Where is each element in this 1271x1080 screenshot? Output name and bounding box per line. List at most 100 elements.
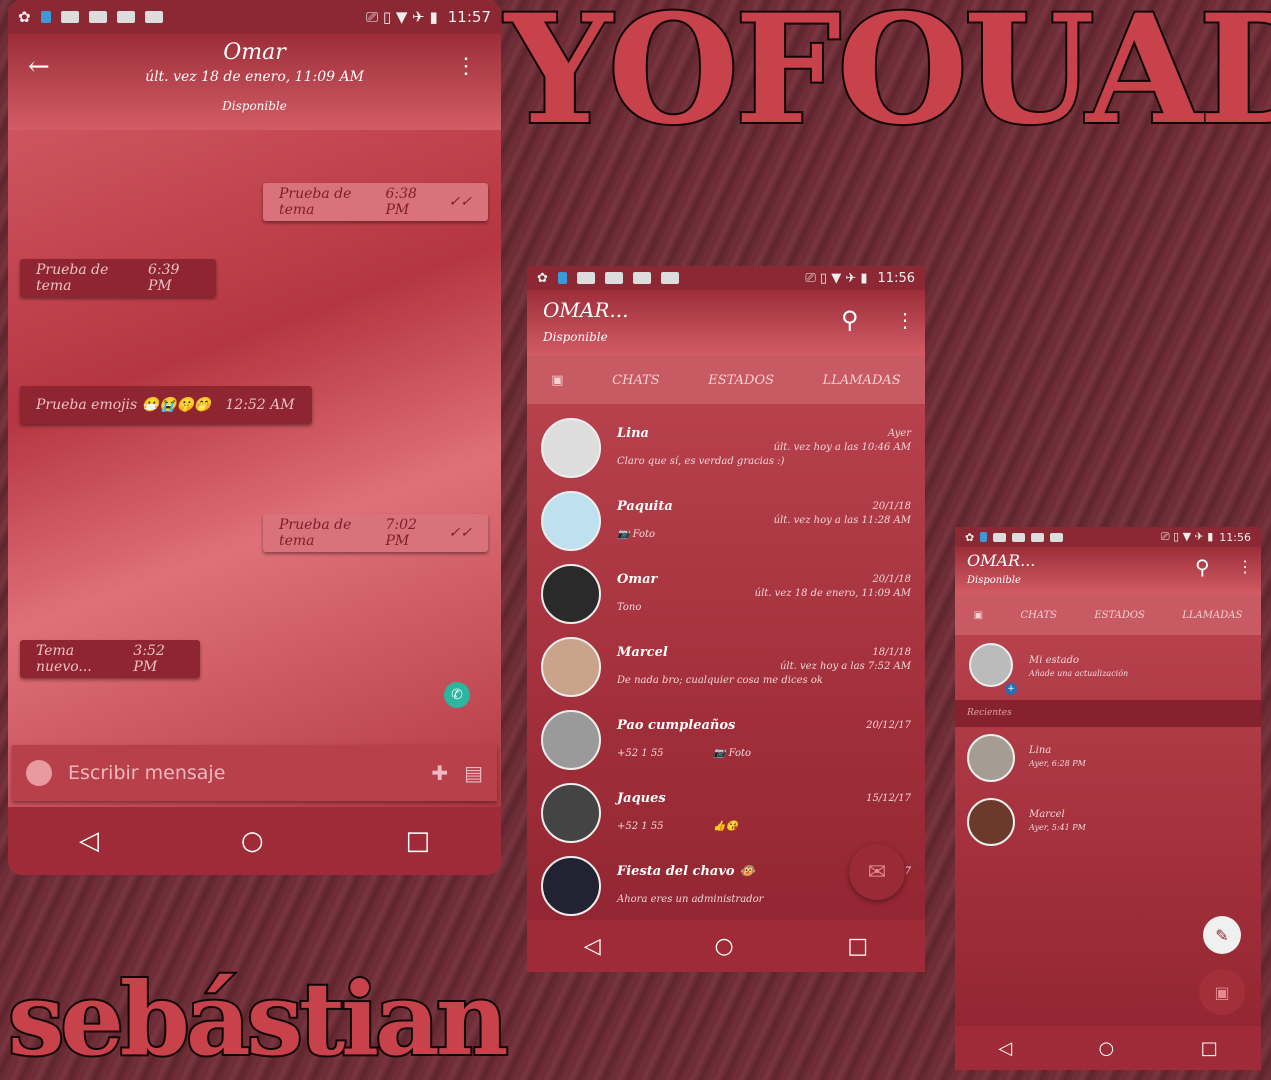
message-input[interactable]: Escribir mensaje: [68, 762, 415, 784]
chat-preview: De nada bro; cualquier cosa me dices ok: [617, 675, 823, 686]
status-bar: ✿ ⎚ ▯ ▼ ✈ ▮ 11:56: [527, 266, 925, 290]
status-bar: ✿ ⎚ ▯ ▼ ✈ ▮ 11:56: [955, 527, 1261, 547]
camera-status-fab[interactable]: ▣: [1199, 969, 1245, 1015]
contact-name: Marcel: [1029, 809, 1065, 820]
message-bubble[interactable]: Prueba de tema 7:02 PM ✓✓: [263, 514, 488, 552]
search-icon[interactable]: ⚲: [1195, 555, 1210, 579]
contact-avatar: [541, 783, 601, 843]
message-bubble[interactable]: Prueba de tema 6:39 PM: [20, 259, 216, 297]
app-header: OMAR... Disponible ⚲ ⋮: [527, 290, 925, 356]
add-status-icon: +: [1005, 683, 1017, 695]
last-seen: últ. vez hoy a las 10:46 AM: [773, 442, 911, 453]
chat-name: Lina: [617, 426, 649, 441]
recents-nav-icon[interactable]: □: [1201, 1038, 1218, 1059]
chat-preview: Claro que sí, es verdad gracias :): [617, 456, 785, 467]
signal-icons: ⎚ ▯ ▼ ✈ ▮: [805, 270, 868, 286]
chat-preview: 📷 Foto: [617, 529, 656, 540]
back-nav-icon[interactable]: ◁: [79, 826, 99, 856]
chat-name: Paquita: [617, 499, 673, 514]
contact-name: Lina: [1029, 745, 1052, 756]
signal-icons: ⎚ ▯ ▼ ✈ ▮: [1160, 530, 1214, 543]
title-logo: YOFOUAD: [503, 0, 1271, 160]
more-icon[interactable]: ⋮: [1237, 557, 1253, 576]
message-bubble[interactable]: Prueba de tema 6:38 PM ✓✓: [263, 183, 488, 221]
app-icon: ✿: [18, 8, 31, 26]
message-input-bar[interactable]: Escribir mensaje ✚ ▤: [12, 745, 497, 801]
tab-llamadas[interactable]: LLAMADAS: [1182, 610, 1242, 621]
tab-estados[interactable]: ESTADOS: [708, 373, 774, 388]
attach-icon[interactable]: ✚: [431, 761, 448, 785]
mic-icon[interactable]: ▤: [464, 761, 483, 785]
app-header: OMAR... Disponible ⚲ ⋮: [955, 547, 1261, 595]
chat-date: 20/12/17: [866, 720, 911, 731]
chat-date: 15/12/17: [866, 793, 911, 804]
last-seen: últ. vez hoy a las 11:28 AM: [773, 515, 911, 526]
home-nav-icon[interactable]: ○: [1099, 1038, 1115, 1059]
chat-list-item[interactable]: Paquita 📷 Foto 20/1/18 últ. vez hoy a las…: [527, 487, 925, 560]
chat-list-item[interactable]: Lina Claro que sí, es verdad gracias :) …: [527, 414, 925, 487]
contact-status: Disponible: [222, 99, 287, 113]
status-time: Ayer, 5:41 PM: [1029, 823, 1086, 832]
status-update-row[interactable]: Lina Ayer, 6:28 PM: [955, 729, 1261, 791]
last-seen: últ. vez hoy a las 7:52 AM: [779, 661, 911, 672]
chat-preview: Ahora eres un administrador: [617, 894, 764, 905]
home-nav-icon[interactable]: ○: [241, 826, 264, 856]
emoji-icon[interactable]: [26, 760, 52, 786]
more-icon[interactable]: ⋮: [455, 54, 477, 79]
home-nav-icon[interactable]: ○: [714, 934, 733, 959]
chat-preview: Tono: [617, 602, 642, 613]
tab-bar: ▣ CHATS ESTADOS LLAMADAS: [955, 595, 1261, 635]
profile-status: Disponible: [967, 575, 1021, 586]
call-icon[interactable]: ✆: [444, 682, 470, 708]
chat-name: Jaques: [617, 791, 666, 806]
chat-attachment: 👍😘: [713, 821, 738, 832]
signal-icons: ⎚ ▯ ▼ ✈ ▮: [366, 8, 438, 26]
tab-chats[interactable]: CHATS: [612, 373, 660, 388]
tab-estados[interactable]: ESTADOS: [1094, 610, 1145, 621]
search-icon[interactable]: ⚲: [841, 306, 859, 334]
recents-nav-icon[interactable]: □: [847, 934, 868, 959]
contact-name: Omar: [223, 40, 286, 65]
camera-tab-icon[interactable]: ▣: [974, 610, 983, 621]
nav-bar: ◁ ○ □: [8, 807, 501, 875]
contact-avatar: [541, 856, 601, 916]
contact-avatar: [541, 637, 601, 697]
chat-screen: ✿ ⎚ ▯ ▼ ✈ ▮ 11:57 ← ⋮ Omar últ. vez 18 de…: [8, 0, 501, 875]
status-update-row[interactable]: Marcel Ayer, 5:41 PM: [955, 793, 1261, 855]
chat-list-item[interactable]: Pao cumpleaños +52 1 55 20/12/17 📷 Foto: [527, 706, 925, 779]
last-seen: últ. vez 18 de enero, 11:09 AM: [754, 588, 911, 599]
chat-date: 20/1/18: [872, 501, 911, 512]
chat-name: Fiesta del chavo 🐵: [617, 864, 756, 879]
my-status-hint: Añade una actualización: [1029, 669, 1129, 678]
new-chat-fab[interactable]: ✉: [849, 844, 905, 900]
last-seen: últ. vez 18 de enero, 11:09 AM: [145, 69, 364, 85]
tab-bar: ▣ CHATS ESTADOS LLAMADAS: [527, 356, 925, 404]
section-header: Recientes: [955, 700, 1261, 727]
my-status-row[interactable]: + Mi estado Añade una actualización: [955, 637, 1261, 701]
chat-list-item[interactable]: Marcel De nada bro; cualquier cosa me di…: [527, 633, 925, 706]
status-screen: ✿ ⎚ ▯ ▼ ✈ ▮ 11:56 OMAR... Disponible ⚲ ⋮ …: [955, 527, 1261, 1070]
chat-date: Ayer: [887, 428, 911, 439]
status-time: Ayer, 6:28 PM: [1029, 759, 1086, 768]
message-bubble[interactable]: Tema nuevo... 3:52 PM: [20, 640, 200, 678]
camera-tab-icon[interactable]: ▣: [551, 373, 563, 388]
chat-name: Pao cumpleaños: [617, 718, 736, 733]
clock: 11:56: [877, 270, 915, 286]
back-nav-icon[interactable]: ◁: [998, 1038, 1012, 1059]
back-nav-icon[interactable]: ◁: [584, 934, 601, 959]
nav-bar: ◁ ○ □: [955, 1026, 1261, 1070]
back-arrow-icon[interactable]: ←: [28, 52, 50, 82]
recents-nav-icon[interactable]: □: [405, 826, 430, 856]
more-icon[interactable]: ⋮: [895, 308, 915, 332]
tab-llamadas[interactable]: LLAMADAS: [823, 373, 901, 388]
signature: sebástian: [6, 958, 511, 1080]
chats-screen: ✿ ⎚ ▯ ▼ ✈ ▮ 11:56 OMAR... Disponible ⚲ ⋮ …: [527, 266, 925, 972]
chat-list-item[interactable]: Jaques +52 1 55 15/12/17 👍😘: [527, 779, 925, 852]
message-bubble[interactable]: Prueba emojis 😷😭🤫🤭 12:52 AM: [20, 386, 312, 424]
profile-status: Disponible: [543, 330, 608, 344]
profile-name: OMAR...: [967, 551, 1036, 570]
tab-chats[interactable]: CHATS: [1020, 610, 1057, 621]
chat-list-item[interactable]: Omar Tono 20/1/18 últ. vez 18 de enero, 1…: [527, 560, 925, 633]
edit-text-status-fab[interactable]: ✎: [1203, 916, 1241, 954]
clock: 11:57: [447, 8, 491, 26]
